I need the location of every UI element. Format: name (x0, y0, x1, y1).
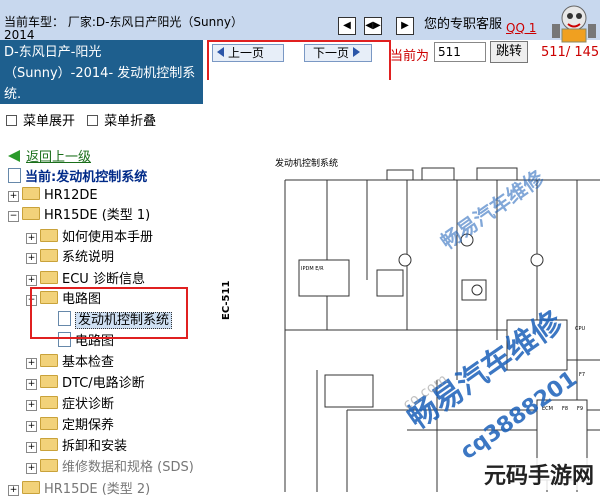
highlight-box-tree (30, 287, 188, 339)
tree-item-hr12de[interactable]: + HR12DE (8, 186, 98, 206)
sidebar-title: D-东风日产-阳光（Sunny）-2014- 发动机控制系统. (0, 40, 203, 104)
expand-icon: + (26, 253, 37, 264)
current-location: 当前:发动机控制系统 (8, 166, 147, 185)
tree-item-hr15de-2[interactable]: + HR15DE (类型 2) (8, 480, 150, 500)
qq-link[interactable]: QQ 1 (506, 21, 536, 35)
tree-item-sds[interactable]: + 维修数据和规格 (SDS) (26, 458, 194, 478)
page-icon (8, 168, 21, 183)
tree-item-maintenance[interactable]: + 定期保养 (26, 416, 114, 436)
car-type-label: 当前车型： 厂家:D-东风日产阳光（Sunny） (4, 15, 243, 29)
back-label: 返回上一级 (26, 150, 92, 165)
tree-label: 症状诊断 (62, 397, 115, 412)
label-f9: F9 (577, 406, 583, 412)
robot-mascot-icon (552, 5, 596, 43)
corner-watermark: 元码手游网 (479, 458, 598, 490)
folder-icon (40, 438, 58, 451)
jump-button[interactable]: 跳转 (490, 41, 528, 63)
folder-icon (40, 249, 58, 262)
page-code: EC-511 (221, 281, 232, 320)
expand-icon: + (26, 379, 37, 390)
tree-label: 如何使用本手册 (62, 230, 154, 245)
checkbox-icon (6, 115, 17, 126)
folder-icon (40, 459, 58, 472)
current-label: 当前:发动机控制系统 (25, 170, 148, 185)
tree-label: 维修数据和规格 (SDS) (62, 460, 194, 475)
tree-label: ECU 诊断信息 (62, 272, 145, 287)
tree-item-basic-check[interactable]: + 基本检查 (26, 353, 114, 373)
expand-menu-button[interactable]: 菜单展开 (6, 114, 75, 129)
highlight-box-pager (207, 40, 391, 82)
tree-item-hr15de-1[interactable]: − HR15DE (类型 1) (8, 206, 150, 226)
tree-item-removal[interactable]: + 拆卸和安装 (26, 437, 127, 457)
label-ipdm: IPDM E/R (301, 266, 324, 272)
current-page-label: 当前为 (390, 49, 430, 64)
expand-icon: + (26, 421, 37, 432)
tree-label: HR15DE (类型 2) (44, 482, 151, 497)
folder-icon (40, 229, 58, 242)
folder-open-icon (22, 207, 40, 220)
tree-label: DTC/电路诊断 (62, 376, 145, 391)
folder-icon (40, 396, 58, 409)
collapse-icon: − (8, 211, 19, 222)
tree-item-dtc[interactable]: + DTC/电路诊断 (26, 374, 145, 394)
first-page-icon[interactable]: ◀ (338, 17, 356, 35)
expand-icon: + (26, 358, 37, 369)
diagram-title: 发动机控制系统 (275, 157, 338, 169)
menu-controls: 菜单展开 菜单折叠 (6, 110, 156, 129)
service-label: 您的专职客服 (424, 17, 503, 32)
expand-icon: + (26, 463, 37, 474)
expand-icon: + (8, 191, 19, 202)
folder-icon (40, 271, 58, 284)
expand-icon: + (26, 275, 37, 286)
page-count: 511/ 1457 (541, 45, 600, 60)
label-cpu: CPU (575, 326, 586, 332)
tree-label: 基本检查 (62, 355, 115, 370)
tree-label: HR15DE (类型 1) (44, 208, 151, 223)
wiring-diagram: 发动机控制系统 EC-511 IPDM E/R ECM CPU F8 F9 F7… (221, 157, 600, 492)
folder-icon (40, 354, 58, 367)
folder-icon (40, 375, 58, 388)
tree-label: HR12DE (44, 188, 98, 203)
expand-icon: + (26, 400, 37, 411)
label-f8: F8 (562, 406, 568, 412)
expand-icon: + (26, 442, 37, 453)
tree-item-manual[interactable]: + 如何使用本手册 (26, 228, 153, 248)
sidebar: D-东风日产-阳光（Sunny）-2014- 发动机控制系统. 菜单展开 菜单折… (0, 40, 208, 497)
tree-item-symptom[interactable]: + 症状诊断 (26, 395, 114, 415)
folder-icon (40, 417, 58, 430)
back-arrow-icon (8, 150, 20, 162)
back-link[interactable]: 返回上一级 (8, 146, 91, 165)
label-f7: F7 (579, 372, 585, 378)
last-page-icon[interactable]: ▶ (396, 17, 414, 35)
tree-label: 定期保养 (62, 418, 115, 433)
folder-icon (22, 481, 40, 494)
expand-icon: + (8, 485, 19, 496)
checkbox-icon (87, 115, 99, 126)
collapse-menu-button[interactable]: 菜单折叠 (87, 114, 156, 129)
folder-icon (22, 187, 40, 200)
collapse-label: 菜单折叠 (104, 114, 157, 129)
page-number-input[interactable] (434, 42, 486, 62)
diagram-viewer: 发动机控制系统 EC-511 IPDM E/R ECM CPU F8 F9 F7… (207, 80, 600, 492)
top-bar: 当前车型： 厂家:D-东风日产阳光（Sunny） 2014 ◀ ◀▶ ▶ 您的专… (0, 0, 600, 43)
expand-label: 菜单展开 (23, 114, 76, 129)
split-view-icon[interactable]: ◀▶ (364, 17, 382, 35)
expand-icon: + (26, 233, 37, 244)
tree-label: 拆卸和安装 (62, 439, 128, 454)
tree-label: 系统说明 (62, 250, 115, 265)
tree-item-system-desc[interactable]: + 系统说明 (26, 248, 114, 268)
